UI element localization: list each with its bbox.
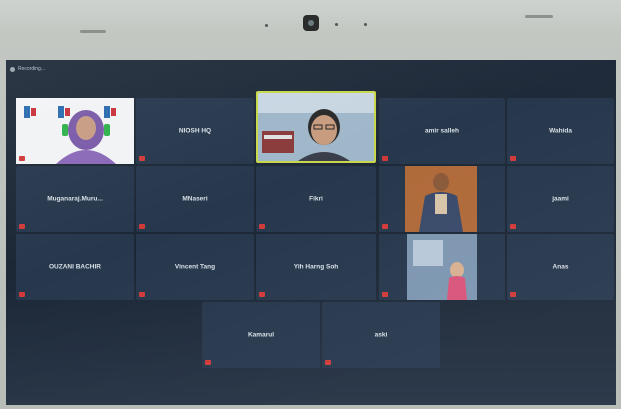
sensor-dot: [335, 23, 338, 26]
participant-name: Fikri: [309, 195, 323, 203]
participant-tile-video-2[interactable]: [379, 166, 505, 232]
muted-mic-icon: [510, 292, 516, 297]
participant-name: NIOSH HQ: [178, 127, 212, 135]
muted-mic-icon: [19, 292, 25, 297]
participant-name: amir salleh: [425, 127, 459, 135]
webcam-icon: [303, 15, 319, 31]
participant-tile-fikri[interactable]: Fikri: [256, 166, 376, 232]
participant-name: Kamarul: [247, 331, 274, 339]
participant-tile-amir-salleh[interactable]: amir salleh: [379, 98, 505, 164]
participant-tile-aski[interactable]: aski: [322, 302, 440, 368]
muted-mic-icon: [19, 156, 25, 161]
participant-tile-yih-harng-soh[interactable]: Yih Harng Soh: [256, 234, 376, 300]
muted-mic-icon: [510, 224, 516, 229]
muted-mic-icon: [19, 224, 25, 229]
participant-name: MNaseri: [182, 195, 208, 203]
participant-video: [258, 93, 374, 161]
muted-mic-icon: [139, 224, 145, 229]
participant-name: Vincent Tang: [174, 263, 216, 271]
muted-mic-icon: [382, 156, 388, 161]
meeting-screen: Recording... NIOSH HQ amir salleh Wahida…: [6, 60, 616, 405]
active-speaker-tile[interactable]: [256, 91, 376, 163]
recording-indicator[interactable]: Recording...: [10, 66, 45, 72]
record-icon: [10, 66, 15, 72]
participant-tile-jaami[interactable]: jaami: [507, 166, 614, 232]
participant-tile-mnaseri[interactable]: MNaseri: [136, 166, 254, 232]
participant-tile-video-1[interactable]: [16, 98, 134, 164]
participant-video: [379, 234, 505, 300]
participant-name: jaami: [552, 195, 569, 203]
muted-mic-icon: [382, 292, 388, 297]
participant-tile-anas[interactable]: Anas: [507, 234, 614, 300]
muted-mic-icon: [510, 156, 516, 161]
participant-name: aski: [374, 331, 388, 339]
participant-name: Anas: [552, 263, 569, 271]
sensor-dot: [265, 24, 268, 27]
participant-tile-kamarul[interactable]: Kamarul: [202, 302, 320, 368]
sensor-dot: [364, 23, 367, 26]
participant-tile-wahida[interactable]: Wahida: [507, 98, 614, 164]
muted-mic-icon: [139, 156, 145, 161]
participant-name: Muganaraj.Muru...: [47, 195, 103, 203]
participant-name: OUZANI BACHIR: [49, 263, 101, 271]
participant-video: [379, 166, 505, 232]
recording-label: Recording...: [18, 66, 45, 72]
bezel-slot-right: [525, 15, 553, 18]
muted-mic-icon: [382, 224, 388, 229]
muted-mic-icon: [325, 360, 331, 365]
bezel-slot-left: [80, 30, 106, 33]
participant-video: [16, 98, 134, 164]
participant-tile-video-3[interactable]: [379, 234, 505, 300]
participant-tile-vincent-tang[interactable]: Vincent Tang: [136, 234, 254, 300]
participant-name: Yih Harng Soh: [293, 263, 339, 271]
muted-mic-icon: [259, 292, 265, 297]
participant-tile-muganaraj[interactable]: Muganaraj.Muru...: [16, 166, 134, 232]
participant-name: Wahida: [549, 127, 572, 135]
participant-tile-ouzani-bachir[interactable]: OUZANI BACHIR: [16, 234, 134, 300]
muted-mic-icon: [205, 360, 211, 365]
muted-mic-icon: [259, 224, 265, 229]
participant-tile-niosh-hq[interactable]: NIOSH HQ: [136, 98, 254, 164]
muted-mic-icon: [139, 292, 145, 297]
